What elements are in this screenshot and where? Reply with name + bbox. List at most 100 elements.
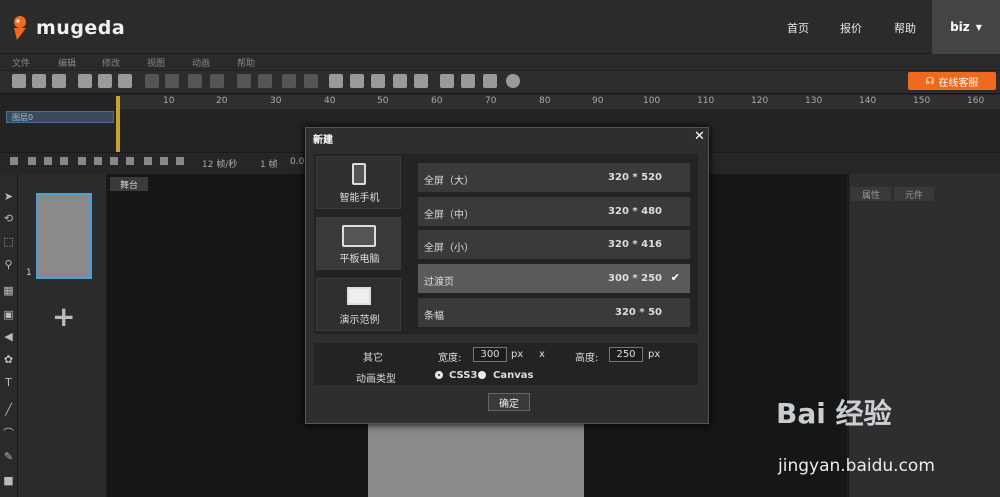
trash-icon[interactable]	[60, 157, 68, 165]
curve-tool-icon[interactable]: ⌒	[2, 427, 15, 440]
camera-icon[interactable]	[94, 157, 102, 165]
size-option[interactable]: 全屏（小） 320 * 416	[418, 230, 690, 259]
keyframe-icon[interactable]	[144, 157, 152, 165]
layer-icon[interactable]	[10, 157, 18, 165]
help-icon[interactable]	[506, 74, 520, 88]
anim-type-label: 动画类型	[356, 374, 396, 385]
ruler-tick: 10	[163, 96, 175, 106]
stop-icon[interactable]	[371, 74, 385, 88]
right-panel	[848, 174, 1000, 497]
size-name: 条幅	[424, 311, 444, 322]
move-up-icon[interactable]	[28, 157, 36, 165]
clock-icon[interactable]	[461, 74, 475, 88]
other-label: 其它	[363, 353, 383, 364]
ok-button[interactable]: 确定	[488, 393, 530, 411]
nav-help[interactable]: 帮助	[894, 20, 916, 36]
export-icon[interactable]	[118, 74, 132, 88]
size-value: 320 * 50	[615, 307, 662, 318]
copy-icon[interactable]	[165, 74, 179, 88]
online-service-button[interactable]: ☊ 在线客服	[908, 72, 996, 90]
nav-pricing[interactable]: 报价	[840, 20, 862, 36]
device-smartphone-button[interactable]: 智能手机	[316, 156, 401, 209]
lock-icon[interactable]	[237, 74, 251, 88]
move-down-icon[interactable]	[44, 157, 52, 165]
preview-icon[interactable]	[393, 74, 407, 88]
ruler-tick: 130	[805, 96, 823, 106]
paste-icon[interactable]	[188, 74, 202, 88]
battery-icon[interactable]	[483, 74, 497, 88]
audio-tool-icon[interactable]: ◀	[2, 330, 15, 343]
playhead[interactable]	[116, 96, 120, 152]
easel-icon	[347, 287, 371, 305]
chevron-down-icon: ▼	[975, 22, 982, 32]
nav-home[interactable]: 首页	[787, 20, 809, 36]
size-option[interactable]: 全屏（中） 320 * 480	[418, 197, 690, 226]
width-input[interactable]: 300	[473, 347, 507, 362]
folder-icon[interactable]	[78, 157, 86, 165]
tab-stage[interactable]: 舞台	[110, 177, 148, 191]
new-file-icon[interactable]	[12, 74, 26, 88]
user-name: biz	[950, 20, 970, 34]
add-page-icon[interactable]: +	[52, 300, 75, 333]
keyframe-icon[interactable]	[160, 157, 168, 165]
ruler-tick: 70	[485, 96, 497, 106]
size-option-selected[interactable]: 过渡页 300 * 250 ✔	[418, 264, 690, 293]
radio-css3[interactable]	[435, 371, 443, 379]
widget-tool-icon[interactable]: ✿	[2, 353, 15, 366]
online-service-label: 在线客服	[938, 77, 979, 89]
menu-modify[interactable]: 修改	[102, 56, 120, 69]
page-thumbnail[interactable]	[36, 193, 92, 279]
camera-icon[interactable]	[110, 157, 118, 165]
share-icon[interactable]	[98, 74, 112, 88]
stage-canvas[interactable]	[368, 424, 584, 497]
undo-icon[interactable]	[282, 74, 296, 88]
close-icon[interactable]: ✕	[694, 129, 705, 144]
image-tool-icon[interactable]: ▣	[2, 308, 15, 321]
fps-readout: 12 帧/秒	[202, 160, 238, 170]
keyframe-icon[interactable]	[176, 157, 184, 165]
tab-properties[interactable]: 属性	[851, 187, 891, 201]
line-tool-icon[interactable]: ╱	[2, 403, 15, 416]
zoom-tool-icon[interactable]: ⚲	[2, 258, 15, 271]
crop-tool-icon[interactable]: ⬚	[2, 235, 15, 248]
frame-icon[interactable]	[126, 157, 134, 165]
height-input[interactable]: 250	[609, 347, 643, 362]
menu-help[interactable]: 帮助	[237, 56, 255, 69]
delete-icon[interactable]	[210, 74, 224, 88]
frames-icon[interactable]	[440, 74, 454, 88]
size-option[interactable]: 条幅 320 * 50	[418, 298, 690, 327]
pen-tool-icon[interactable]: ✎	[2, 450, 15, 463]
tab-symbols[interactable]: 元件	[894, 187, 934, 201]
tablet-icon	[342, 225, 376, 247]
watermark-url: jingyan.baidu.com	[778, 456, 935, 476]
grid-icon[interactable]	[78, 74, 92, 88]
ruler-tick: 150	[913, 96, 931, 106]
menu-animation[interactable]: 动画	[192, 56, 210, 69]
radio-canvas[interactable]	[478, 371, 486, 379]
size-option[interactable]: 全屏（大） 320 * 520	[418, 163, 690, 192]
transform-tool-icon[interactable]: ⟲	[2, 212, 15, 225]
canvas-label: Canvas	[493, 370, 534, 381]
redo-icon[interactable]	[304, 74, 318, 88]
cut-icon[interactable]	[145, 74, 159, 88]
device-demo-button[interactable]: 演示范例	[316, 278, 401, 331]
menu-edit[interactable]: 编辑	[58, 56, 76, 69]
logo[interactable]: mugeda	[10, 14, 125, 42]
qrcode-icon[interactable]	[414, 74, 428, 88]
menu-view[interactable]: 视图	[147, 56, 165, 69]
logo-text: mugeda	[36, 17, 126, 39]
fill-tool-icon[interactable]: ■	[2, 474, 15, 487]
play-icon[interactable]	[329, 74, 343, 88]
unlock-icon[interactable]	[258, 74, 272, 88]
grid-tool-icon[interactable]: ▦	[2, 284, 15, 297]
save-icon[interactable]	[52, 74, 66, 88]
user-menu[interactable]: biz ▼	[932, 0, 1000, 54]
open-file-icon[interactable]	[32, 74, 46, 88]
device-tablet-button[interactable]: 平板电脑	[316, 217, 401, 270]
text-tool-icon[interactable]: T	[2, 376, 15, 389]
device-label: 演示范例	[339, 315, 380, 326]
checkmark-icon: ✔	[670, 271, 680, 284]
menu-file[interactable]: 文件	[12, 56, 30, 69]
pause-icon[interactable]	[350, 74, 364, 88]
select-tool-icon[interactable]: ➤	[2, 190, 15, 203]
